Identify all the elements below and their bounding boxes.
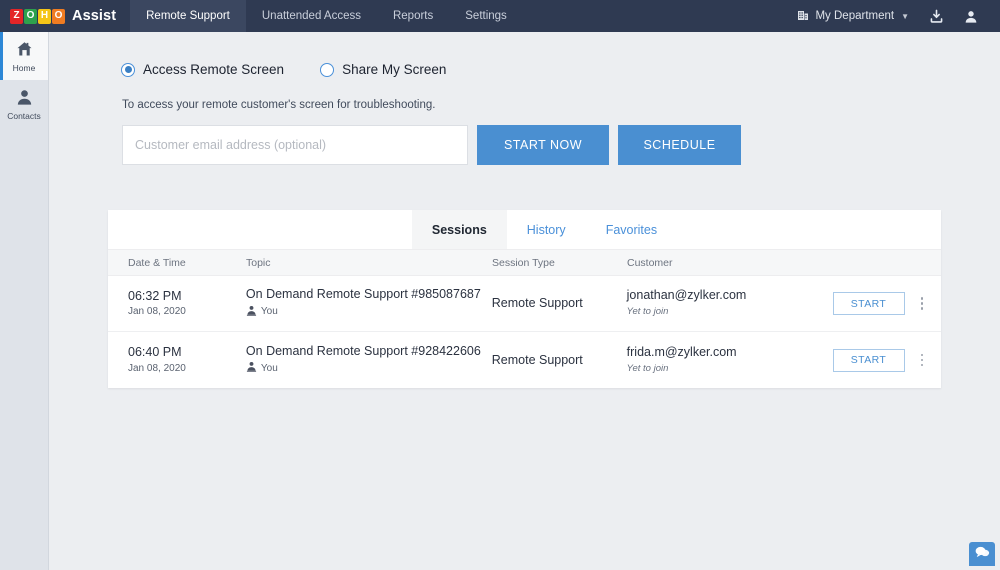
download-icon[interactable]	[919, 9, 954, 24]
mode-description: To access your remote customer's screen …	[122, 99, 436, 111]
session-host: You	[246, 303, 492, 321]
session-time: 06:32 PM	[128, 288, 182, 303]
session-host-label: You	[260, 362, 278, 374]
presenter-icon	[246, 303, 257, 321]
start-session-button[interactable]: START	[832, 292, 905, 315]
session-host: You	[246, 359, 492, 377]
radio-share-my-screen[interactable]: Share My Screen	[320, 62, 446, 77]
session-host-label: You	[260, 306, 278, 318]
nav-item-unattended-access[interactable]: Unattended Access	[246, 0, 377, 32]
customer-email: frida.m@zylker.com	[626, 344, 737, 359]
building-icon	[797, 9, 809, 24]
presenter-icon	[246, 359, 257, 377]
sessions-tab-bar: Sessions History Favorites	[108, 210, 941, 249]
radio-share-my-screen-label: Share My Screen	[342, 62, 447, 77]
start-session-button[interactable]: START	[832, 348, 905, 372]
sidebar-item-contacts[interactable]: Contacts	[0, 80, 48, 128]
tab-history[interactable]: History	[507, 210, 586, 249]
department-selector[interactable]: My Department ▼	[787, 9, 919, 24]
logo-letter-z: Z	[10, 8, 23, 24]
header-right-actions: My Department ▼	[787, 0, 1000, 32]
cell-date-time: 06:40 PM Jan 08, 2020	[108, 344, 246, 376]
schedule-button[interactable]: SCHEDULE	[618, 125, 741, 165]
radio-access-remote-screen-label: Access Remote Screen	[143, 62, 285, 77]
tab-sessions[interactable]: Sessions	[411, 210, 507, 249]
nav-item-remote-support[interactable]: Remote Support	[130, 0, 246, 32]
top-header-bar: Z O H O Assist Remote Support Unattended…	[0, 0, 1000, 32]
chat-support-button[interactable]	[969, 542, 995, 566]
zoho-logo-icon: Z O H O	[10, 8, 65, 24]
product-name: Assist	[72, 8, 117, 24]
tab-favorites[interactable]: Favorites	[586, 210, 677, 249]
session-type-value: Remote Support	[491, 352, 583, 367]
chat-bubble-icon	[974, 545, 990, 564]
column-header-topic: Topic	[246, 256, 271, 269]
customer-status: Yet to join	[626, 306, 669, 318]
customer-status: Yet to join	[626, 362, 669, 374]
session-topic: On Demand Remote Support #928422606	[245, 343, 481, 358]
chevron-down-icon: ▼	[901, 11, 909, 21]
logo-letter-o2: O	[52, 8, 65, 24]
nav-item-reports[interactable]: Reports	[377, 0, 449, 32]
brand-logo[interactable]: Z O H O Assist	[0, 0, 130, 32]
main-content: Access Remote Screen Share My Screen To …	[49, 32, 1000, 570]
sidebar-item-home[interactable]: Home	[0, 32, 48, 80]
screen-mode-radio-group: Access Remote Screen Share My Screen	[49, 32, 1000, 77]
primary-nav: Remote Support Unattended Access Reports…	[130, 0, 523, 32]
column-header-date-time: Date & Time	[128, 256, 186, 269]
radio-share-my-screen-indicator[interactable]	[320, 62, 335, 77]
sidebar-item-contacts-label: Contacts	[7, 110, 41, 121]
logo-letter-h: H	[38, 8, 51, 24]
table-row[interactable]: 06:40 PM Jan 08, 2020 On Demand Remote S…	[108, 332, 941, 388]
sessions-card: Sessions History Favorites Date & Time T…	[108, 210, 941, 388]
radio-access-remote-screen[interactable]: Access Remote Screen	[121, 62, 284, 77]
cell-date-time: 06:32 PM Jan 08, 2020	[108, 288, 246, 320]
logo-letter-o1: O	[24, 8, 37, 24]
sidebar-item-home-label: Home	[12, 62, 36, 73]
session-type-value: Remote Support	[491, 296, 583, 311]
cell-topic: On Demand Remote Support #928422606 You	[246, 343, 492, 378]
nav-item-settings[interactable]: Settings	[449, 0, 523, 32]
home-icon	[15, 40, 34, 60]
session-topic: On Demand Remote Support #985087687	[245, 287, 481, 302]
session-start-controls: START NOW SCHEDULE	[49, 111, 1000, 165]
customer-email: jonathan@zylker.com	[626, 288, 747, 303]
contacts-icon	[15, 88, 34, 108]
cell-session-type: Remote Support	[492, 295, 627, 312]
table-row[interactable]: 06:32 PM Jan 08, 2020 On Demand Remote S…	[108, 276, 941, 332]
kebab-menu-icon[interactable]	[917, 351, 928, 370]
cell-actions: START	[832, 348, 942, 372]
column-header-session-type: Session Type	[492, 256, 555, 269]
left-sidebar: Home Contacts	[0, 32, 49, 570]
table-header-row: Date & Time Topic Session Type Customer	[108, 249, 941, 276]
session-time: 06:40 PM	[128, 345, 182, 360]
column-header-customer: Customer	[627, 256, 673, 269]
department-label: My Department	[815, 10, 895, 22]
cell-customer: jonathan@zylker.com Yet to join	[627, 287, 833, 319]
user-account-icon[interactable]	[954, 9, 988, 24]
cell-actions: START	[832, 292, 942, 315]
start-now-button[interactable]: START NOW	[477, 125, 609, 165]
cell-customer: frida.m@zylker.com Yet to join	[627, 344, 833, 376]
cell-topic: On Demand Remote Support #985087687 You	[246, 286, 492, 321]
customer-email-input[interactable]	[122, 125, 468, 165]
kebab-menu-icon[interactable]	[917, 294, 928, 313]
cell-session-type: Remote Support	[492, 352, 627, 369]
radio-access-remote-screen-indicator[interactable]	[121, 62, 135, 77]
session-date: Jan 08, 2020	[128, 362, 186, 374]
session-date: Jan 08, 2020	[128, 306, 186, 318]
